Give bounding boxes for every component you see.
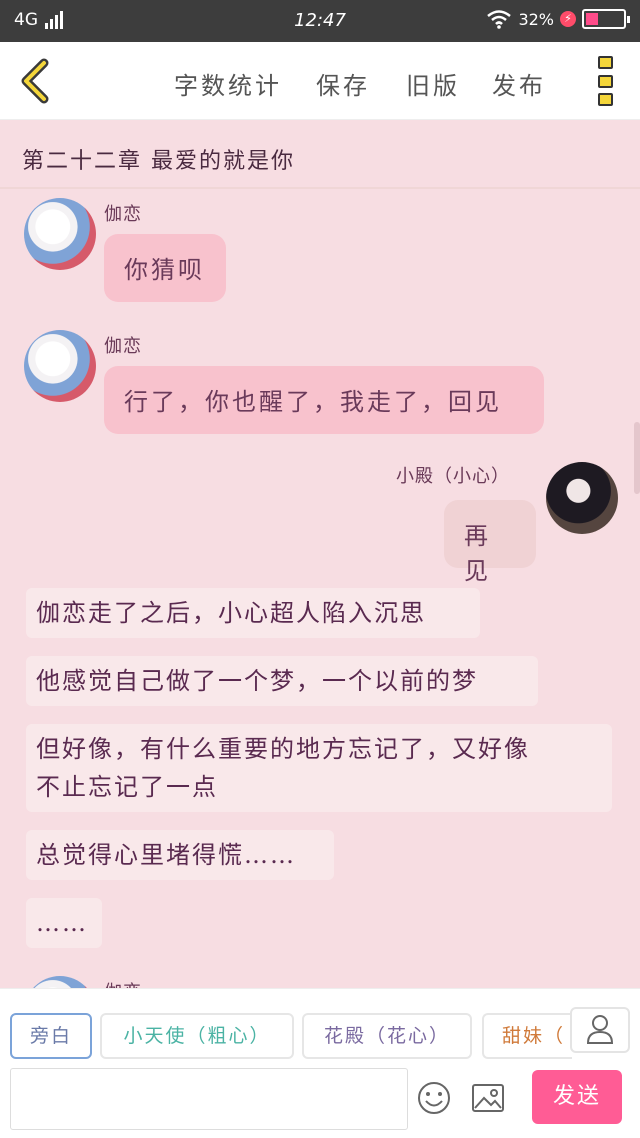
narration-text[interactable]: 但好像，有什么重要的地方忘记了，又好像 不止忘记了一点 xyxy=(26,724,612,812)
chat-bubble[interactable]: 你猜呗 xyxy=(104,234,226,302)
profile-button[interactable] xyxy=(570,1007,630,1053)
wifi-icon xyxy=(487,10,512,29)
role-angel[interactable]: 小天使（粗心） xyxy=(100,1013,294,1059)
editor-toolbar: 字数统计 保存 旧版 发布 xyxy=(0,42,640,120)
role-huadian[interactable]: 花殿（花心） xyxy=(302,1013,472,1059)
word-count-button[interactable]: 字数统计 xyxy=(174,66,282,101)
narration-line: 不止忘记了一点 xyxy=(36,773,218,801)
image-icon xyxy=(472,1084,504,1112)
input-bar: 发送 xyxy=(0,1062,640,1138)
status-bar: 4G 12:47 32% ⚡ xyxy=(0,0,640,42)
speaker-name: 伽恋 xyxy=(104,204,142,225)
speaker-name: 伽恋 xyxy=(104,336,142,357)
back-button[interactable] xyxy=(16,58,56,104)
message-input[interactable] xyxy=(10,1068,408,1130)
role-narrator[interactable]: 旁白 xyxy=(10,1013,92,1059)
send-button[interactable]: 发送 xyxy=(532,1070,622,1124)
narration-text[interactable]: 他感觉自己做了一个梦，一个以前的梦 xyxy=(26,656,538,706)
narration-line: 但好像，有什么重要的地方忘记了，又好像 xyxy=(36,735,530,763)
narration-text[interactable]: …… xyxy=(26,898,102,948)
emoji-button[interactable] xyxy=(416,1080,452,1116)
avatar[interactable] xyxy=(24,198,96,270)
avatar[interactable] xyxy=(546,462,618,534)
chat-area[interactable]: 伽恋 你猜呗 伽恋 行了，你也醒了，我走了，回见 小殿（小心） 再见 伽恋走了之… xyxy=(0,190,640,988)
save-button[interactable]: 保存 xyxy=(316,66,370,101)
narration-text[interactable]: 伽恋走了之后，小心超人陷入沉思 xyxy=(26,588,480,638)
publish-button[interactable]: 发布 xyxy=(492,66,546,101)
chapter-title: 第二十二章 最爱的就是你 xyxy=(0,121,640,189)
old-version-button[interactable]: 旧版 xyxy=(406,66,460,101)
avatar[interactable] xyxy=(24,330,96,402)
avatar[interactable] xyxy=(24,976,96,988)
scrollbar[interactable] xyxy=(634,422,640,494)
emoji-icon xyxy=(418,1082,450,1114)
profile-icon xyxy=(586,1015,614,1044)
battery-icon xyxy=(582,9,630,29)
charging-icon: ⚡ xyxy=(560,11,576,27)
narration-text[interactable]: 总觉得心里堵得慌…… xyxy=(26,830,334,880)
chat-bubble[interactable]: 行了，你也醒了，我走了，回见 xyxy=(104,366,544,434)
image-button[interactable] xyxy=(470,1080,506,1116)
battery-percent: 32% xyxy=(518,9,554,29)
menu-dots-icon[interactable] xyxy=(598,56,618,106)
back-chevron-icon xyxy=(21,58,49,104)
speaker-name: 小殿（小心） xyxy=(396,466,510,487)
status-icons: 32% ⚡ xyxy=(486,9,630,29)
chat-bubble[interactable]: 再见 xyxy=(444,500,536,585)
role-tianmei[interactable]: 甜妹（ xyxy=(482,1013,572,1059)
speaker-name: 伽恋 xyxy=(104,978,142,988)
role-selector: 旁白 小天使（粗心） 花殿（花心） 甜妹（ xyxy=(0,988,640,1062)
